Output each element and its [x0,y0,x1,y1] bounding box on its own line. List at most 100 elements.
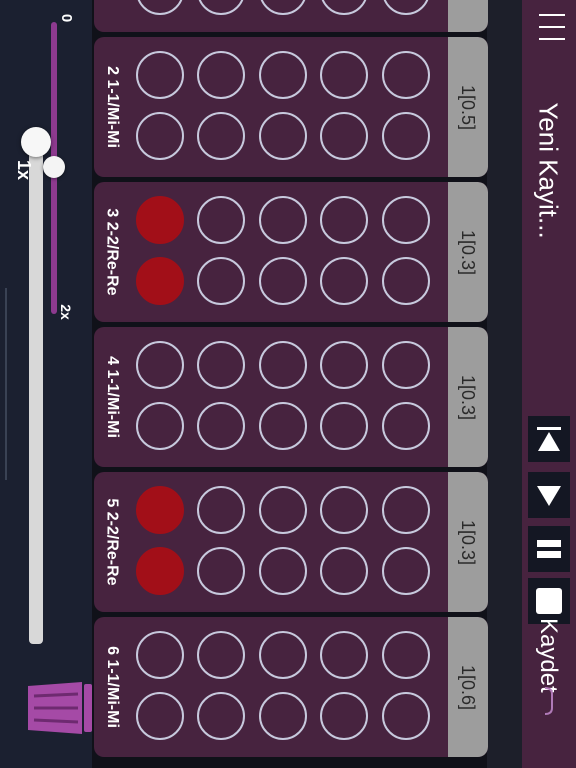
beat-dot-right-5[interactable] [382,402,430,450]
recording-title: Yeni Kayit... [533,102,564,239]
beat-dot-right-3[interactable] [259,0,307,15]
menu-icon[interactable] [539,2,565,40]
beat-dot-right-2[interactable] [197,257,245,305]
pause-button[interactable] [528,526,570,572]
beat-dot-right-1[interactable] [136,692,184,740]
beat-dot-right-4[interactable] [320,547,368,595]
beat-dot-left-1[interactable] [136,51,184,99]
beat-dot-right-3[interactable] [259,402,307,450]
track-name: 6 1-1/Mi-Mi [104,646,122,728]
record-button[interactable]: Kaydet [524,618,572,738]
beat-dot-left-3[interactable] [259,341,307,389]
stop-icon [536,588,562,614]
track-row[interactable]: 1[0.3] 3 2-2/Re-Re [94,182,488,322]
grid-scroll-gutter [487,0,522,768]
beat-dot-left-3[interactable] [259,196,307,244]
track-row[interactable]: 1[0.6] 6 1-1/Mi-Mi [94,617,488,757]
duration-label: 1[0.3] [458,374,479,420]
beat-dot-left-4[interactable] [320,196,368,244]
beat-dot-right-2[interactable] [197,547,245,595]
speed-panel: 0 2x 1x [0,0,98,768]
beat-dot-right-3[interactable] [259,257,307,305]
track-name-wrap: 2 1-1/Mi-Mi [94,37,130,177]
track-name: 3 2-2/Re-Re [104,208,121,296]
speed-slider-knob[interactable] [43,156,65,178]
beat-dot-left-2[interactable] [197,196,245,244]
beat-dot-left-5[interactable] [382,486,430,534]
pause-icon [537,540,561,558]
play-icon [537,486,561,506]
speed-min-label: 0 [58,13,75,23]
beat-dot-right-4[interactable] [320,692,368,740]
beat-dot-left-3[interactable] [259,631,307,679]
beat-dot-left-2[interactable] [197,51,245,99]
track-name: 2 1-1/Mi-Mi [104,66,122,148]
beat-dot-right-1[interactable] [136,0,184,15]
beat-dot-left-4[interactable] [320,51,368,99]
beat-dot-right-2[interactable] [197,402,245,450]
beat-dot-left-5[interactable] [382,631,430,679]
track-name-wrap: 6 1-1/Mi-Mi [94,617,130,757]
track-row[interactable]: 1[0.3] 4 1-1/Mi-Mi [94,327,488,467]
beat-dot-left-4[interactable] [320,341,368,389]
beat-dot-left-1[interactable] [136,196,184,244]
beat-dot-right-5[interactable] [382,257,430,305]
beat-dot-left-2[interactable] [197,486,245,534]
duration-label-wrap [448,0,488,32]
speed-max-label: 2x [58,304,74,320]
track-name-wrap: 5 2-2/Re-Re [94,472,130,612]
beat-dot-right-5[interactable] [382,0,430,15]
beat-dot-left-1[interactable] [136,631,184,679]
beat-dot-right-3[interactable] [259,547,307,595]
duration-label-wrap: 1[0.6] [448,617,488,757]
skip-back-icon [537,427,561,451]
beat-dot-right-2[interactable] [197,692,245,740]
volume-slider-knob[interactable] [21,127,51,157]
divider [5,288,7,480]
beat-grid: Mi1[0.5]2 1-1/Mi-Mi1[0.3]3 2-2/Re-Re1[0.… [92,0,522,768]
beat-dot-right-1[interactable] [136,402,184,450]
beat-dot-right-4[interactable] [320,0,368,15]
beat-dot-right-4[interactable] [320,112,368,160]
beat-dot-left-4[interactable] [320,486,368,534]
trash-icon[interactable] [22,676,102,738]
beat-dot-right-4[interactable] [320,257,368,305]
beat-dot-right-5[interactable] [382,692,430,740]
beat-dot-left-1[interactable] [136,341,184,389]
beat-dot-left-5[interactable] [382,196,430,244]
track-row[interactable]: 1[0.5] 2 1-1/Mi-Mi [94,37,488,177]
beat-dot-left-3[interactable] [259,51,307,99]
track-name-wrap: 4 1-1/Mi-Mi [94,327,130,467]
beat-dot-right-1[interactable] [136,257,184,305]
beat-dot-right-1[interactable] [136,112,184,160]
duration-label-wrap: 1[0.3] [448,472,488,612]
beat-dot-left-2[interactable] [197,631,245,679]
beat-dot-right-1[interactable] [136,547,184,595]
track-row[interactable]: 1[0.3] 5 2-2/Re-Re [94,472,488,612]
record-cursor-icon [544,687,553,715]
beat-dot-right-4[interactable] [320,402,368,450]
duration-label: 1[0.6] [458,664,479,710]
play-button[interactable] [528,472,570,518]
beat-dot-right-2[interactable] [197,112,245,160]
volume-slider-track[interactable] [29,140,43,644]
beat-dot-right-3[interactable] [259,112,307,160]
track-row[interactable]: Mi [94,0,488,32]
beat-dot-left-4[interactable] [320,631,368,679]
beat-dot-right-2[interactable] [197,0,245,15]
track-name: 4 1-1/Mi-Mi [104,356,122,438]
duration-label: 1[0.3] [458,229,479,275]
beat-dot-right-5[interactable] [382,547,430,595]
beat-dot-right-5[interactable] [382,112,430,160]
beat-dot-right-3[interactable] [259,692,307,740]
beat-dot-left-5[interactable] [382,51,430,99]
skip-back-button[interactable] [528,416,570,462]
beat-dot-left-5[interactable] [382,341,430,389]
speed-value-label: 1x [14,159,34,181]
beat-dot-left-1[interactable] [136,486,184,534]
duration-label-wrap: 1[0.5] [448,37,488,177]
beat-dot-left-3[interactable] [259,486,307,534]
duration-label: 1[0.3] [458,519,479,565]
beat-dot-left-2[interactable] [197,341,245,389]
duration-label-wrap: 1[0.3] [448,327,488,467]
